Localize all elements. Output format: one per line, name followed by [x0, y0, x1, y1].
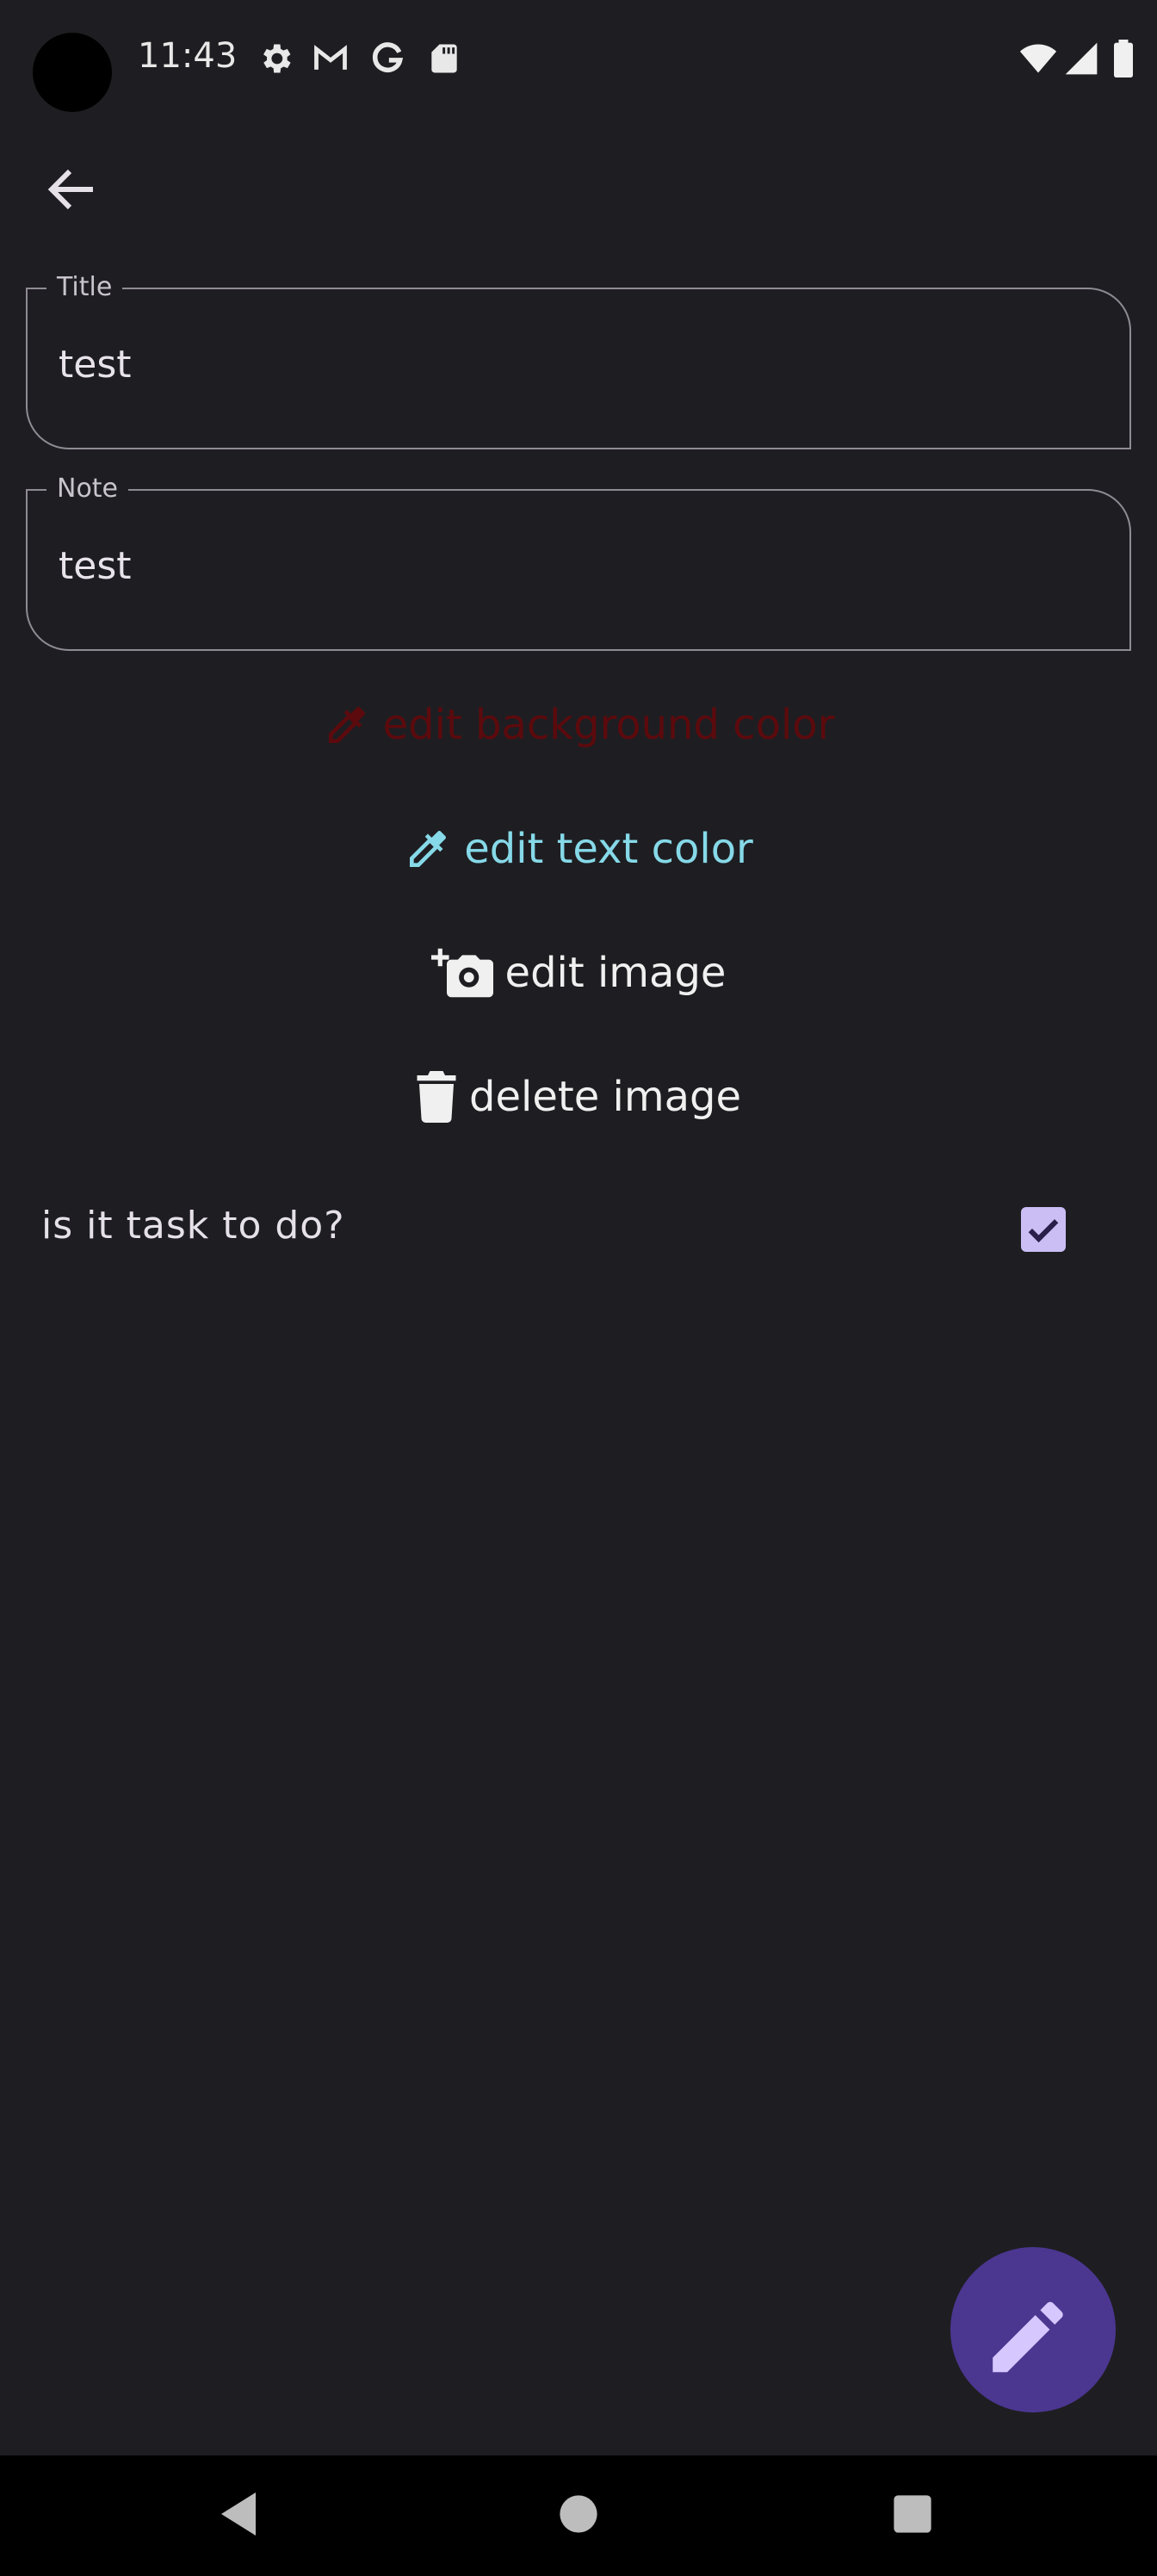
edit-background-color-label: edit background color [382, 701, 835, 749]
signal-icon [1065, 42, 1098, 75]
home-circle-icon[interactable] [558, 2493, 599, 2535]
check-icon [1028, 1219, 1059, 1243]
task-checkbox[interactable] [1021, 1207, 1066, 1252]
edit-background-color-button[interactable]: edit background color [0, 690, 1157, 759]
edit-image-label: edit image [504, 949, 727, 997]
edit-text-color-label: edit text color [464, 825, 753, 873]
trash-icon [417, 1071, 456, 1123]
note-field[interactable]: Note test [26, 474, 1131, 651]
recents-square-icon[interactable] [892, 2493, 933, 2535]
battery-icon [1114, 40, 1133, 77]
eyedropper-icon [410, 831, 447, 867]
note-field-value[interactable]: test [59, 544, 132, 588]
delete-image-label: delete image [469, 1073, 741, 1121]
title-field-value[interactable]: test [59, 343, 132, 387]
back-triangle-icon[interactable] [217, 2490, 260, 2538]
delete-image-button[interactable]: delete image [0, 1062, 1157, 1131]
navigation-bar [0, 2455, 1157, 2576]
eyedropper-icon [328, 707, 365, 743]
pencil-icon [993, 2301, 1063, 2373]
wifi-icon [1019, 44, 1057, 73]
camera-cutout [33, 33, 112, 112]
edit-image-button[interactable]: edit image [0, 938, 1157, 1007]
task-label: is it task to do? [41, 1204, 345, 1248]
note-field-label: Note [46, 474, 129, 504]
google-icon [373, 42, 404, 73]
add-camera-icon [430, 948, 493, 998]
gmail-icon [314, 45, 347, 70]
edit-text-color-button[interactable]: edit text color [0, 814, 1157, 883]
status-time: 11:43 [138, 36, 238, 76]
arrow-back-icon[interactable] [41, 158, 103, 220]
title-field[interactable]: Title test [26, 272, 1131, 449]
status-bar: 11:43 [0, 0, 1157, 121]
save-edit-fab[interactable] [950, 2247, 1116, 2412]
sd-card-icon [431, 44, 457, 73]
settings-icon [263, 44, 291, 73]
title-field-label: Title [46, 272, 123, 302]
